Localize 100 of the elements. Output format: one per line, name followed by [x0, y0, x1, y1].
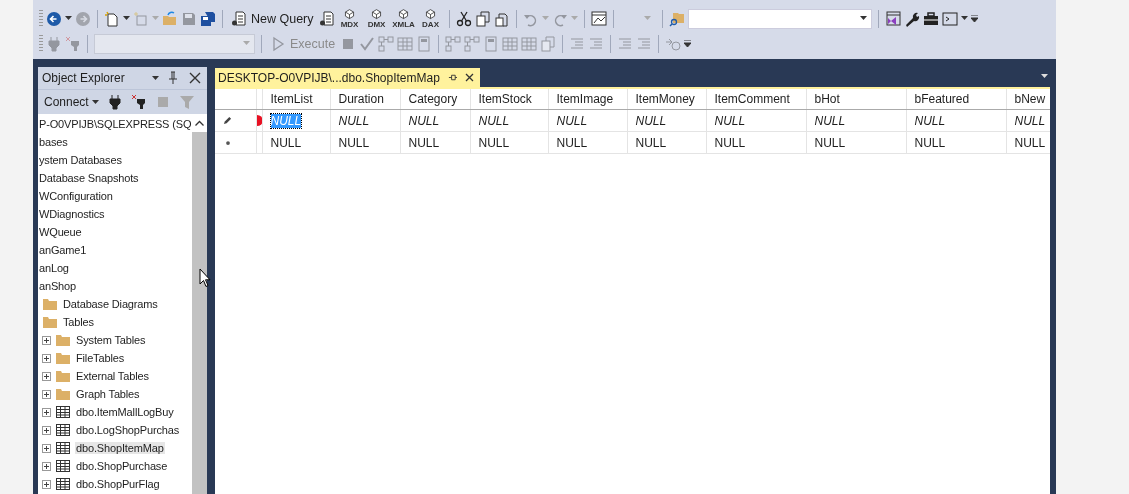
column-header[interactable]: Category	[400, 89, 470, 110]
column-header[interactable]: ItemComment	[706, 89, 806, 110]
cube-query-button[interactable]: DMX	[364, 8, 389, 29]
activity-monitor-icon[interactable]	[590, 10, 607, 27]
pin-icon[interactable]	[447, 73, 457, 82]
tree-item[interactable]: anShop	[38, 280, 78, 292]
save-all-icon[interactable]	[200, 10, 216, 27]
table-cell[interactable]: NULL	[556, 135, 588, 150]
copy-icon[interactable]	[474, 10, 491, 27]
table-cell[interactable]: NULL	[1014, 113, 1046, 128]
column-header[interactable]: bNew	[1006, 89, 1050, 110]
visual-studio-icon[interactable]	[884, 10, 901, 27]
toolbar-grip[interactable]	[39, 34, 43, 53]
column-header[interactable]: ItemStock	[470, 89, 548, 110]
expand-icon[interactable]	[42, 425, 51, 435]
table-cell[interactable]: NULL	[270, 135, 302, 150]
table-cell[interactable]: NULL	[408, 135, 440, 150]
terminal-icon[interactable]	[941, 10, 958, 27]
wrench-icon[interactable]	[903, 10, 920, 27]
column-header[interactable]: ItemMoney	[627, 89, 706, 110]
folder-search-icon[interactable]	[668, 10, 685, 27]
tree-item[interactable]: dbo.LogShopPurchas	[75, 424, 181, 436]
expand-icon[interactable]	[42, 461, 51, 471]
document-icon[interactable]	[318, 10, 335, 27]
tree-item[interactable]: WDiagnostics	[38, 208, 106, 220]
tree-item[interactable]: bases	[38, 136, 69, 148]
document-tab[interactable]: DESKTOP-O0VPIJB\...dbo.ShopItemMap	[215, 68, 480, 87]
tree-item[interactable]: anLog	[38, 262, 70, 274]
tree-item[interactable]: dbo.ItemMallLogBuy	[75, 406, 175, 418]
table-cell[interactable]: NULL	[914, 135, 946, 150]
new-file-icon[interactable]	[104, 10, 120, 27]
connect-button[interactable]: Connect	[44, 95, 99, 109]
table-cell[interactable]: NULL	[714, 113, 746, 128]
dropdown-caret-icon[interactable]	[152, 75, 159, 81]
expand-icon[interactable]	[42, 335, 51, 345]
table-cell[interactable]: NULL	[814, 135, 846, 150]
table-cell[interactable]: NULL	[714, 135, 746, 150]
tree-item[interactable]: Tables	[62, 316, 95, 328]
dropdown-caret-icon[interactable]	[859, 16, 867, 21]
close-icon[interactable]	[187, 70, 203, 86]
expand-icon[interactable]	[42, 443, 51, 453]
close-icon[interactable]	[464, 73, 474, 82]
dropdown-caret-icon[interactable]	[91, 99, 99, 105]
expand-icon[interactable]	[42, 407, 51, 417]
column-header[interactable]: ItemList	[262, 89, 330, 110]
tab-list-caret-icon[interactable]	[1041, 74, 1048, 79]
table-cell[interactable]: NULL	[478, 135, 510, 150]
disconnect-icon[interactable]	[130, 94, 147, 110]
tree-item[interactable]: P-O0VPIJB\SQLEXPRESS (SQ	[38, 118, 192, 130]
expand-icon[interactable]	[42, 353, 51, 363]
tree-item[interactable]: External Tables	[75, 370, 150, 382]
table-cell[interactable]: NULL	[478, 113, 510, 128]
overflow-icon[interactable]	[970, 15, 978, 22]
dropdown-caret-icon[interactable]	[960, 16, 968, 21]
plug-icon[interactable]	[106, 94, 123, 110]
open-folder-icon[interactable]	[162, 10, 178, 27]
scissors-icon[interactable]	[455, 10, 472, 27]
cube-query-button[interactable]: XMLA	[391, 8, 416, 29]
table-cell[interactable]: NULL	[556, 113, 588, 128]
folder-icon	[55, 350, 71, 366]
tree-item[interactable]: FileTables	[75, 352, 126, 364]
table-cell[interactable]: NULL	[408, 113, 440, 128]
cube-query-button[interactable]: DAX	[418, 8, 443, 29]
tree-item[interactable]: System Tables	[75, 334, 147, 346]
table-cell[interactable]: NULL	[635, 113, 667, 128]
table-cell[interactable]: NULL	[338, 113, 370, 128]
paste-icon[interactable]	[493, 10, 510, 27]
scroll-up-icon[interactable]	[195, 120, 204, 126]
column-header[interactable]: Duration	[330, 89, 400, 110]
expand-icon[interactable]	[42, 479, 51, 489]
table-cell[interactable]: NULL	[1014, 135, 1046, 150]
column-header[interactable]: bHot	[806, 89, 906, 110]
dropdown-field[interactable]	[687, 8, 872, 29]
table-cell[interactable]: NULL	[635, 135, 667, 150]
new-query-button[interactable]: New Query	[229, 7, 316, 30]
tree-item[interactable]: WConfiguration	[38, 190, 114, 202]
error-marker-icon	[256, 115, 261, 126]
tree-item[interactable]: ystem Databases	[38, 154, 123, 166]
tree-item[interactable]: dbo.ShopPurchase	[75, 460, 169, 472]
tree-item[interactable]: Database Diagrams	[62, 298, 159, 310]
tree-item[interactable]: dbo.ShopPurFlag	[75, 478, 161, 490]
tree-item[interactable]: anGame1	[38, 244, 88, 256]
column-header[interactable]: bFeatured	[906, 89, 1006, 110]
dropdown-caret-icon[interactable]	[65, 16, 72, 21]
dropdown-caret-icon[interactable]	[123, 16, 130, 21]
tree-item[interactable]: Graph Tables	[75, 388, 141, 400]
table-cell[interactable]: NULL	[914, 113, 946, 128]
table-cell[interactable]: NULL	[338, 135, 370, 150]
expand-icon[interactable]	[42, 371, 51, 381]
table-cell[interactable]: NULL	[814, 113, 846, 128]
overflow-icon[interactable]	[684, 40, 692, 47]
tree-item[interactable]: Database Snapshots	[38, 172, 140, 184]
panel-title: Object Explorer	[42, 71, 126, 85]
toolbar-grip[interactable]	[39, 9, 43, 28]
cube-query-button[interactable]: MDX	[337, 8, 362, 29]
tree-item[interactable]: dbo.ShopItemMap	[75, 442, 165, 454]
column-header[interactable]: ItemImage	[548, 89, 627, 110]
tree-item[interactable]: WQueue	[38, 226, 83, 238]
toolbox-icon[interactable]	[922, 10, 939, 27]
expand-icon[interactable]	[42, 389, 51, 399]
